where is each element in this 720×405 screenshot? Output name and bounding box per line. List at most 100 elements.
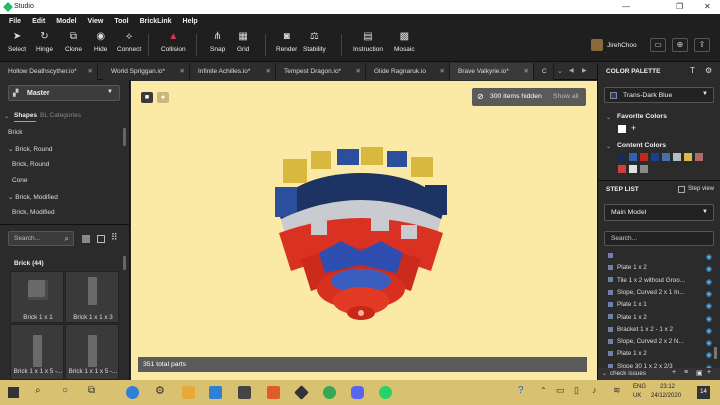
snap-button[interactable]: ⋔ Snap [210,31,225,53]
content-color-swatch[interactable] [629,153,637,161]
step-row[interactable]: Plate 1 x 2 ◉ [608,264,718,276]
close-tab-icon[interactable]: ✕ [88,63,93,80]
language-indicator[interactable]: ENG [633,384,646,390]
check-issues-label[interactable]: check issues [610,370,646,377]
beyblade-model[interactable] [271,141,451,331]
step-row[interactable]: ◉ [608,252,718,264]
tab-list-icon[interactable]: ⌄ [557,67,563,75]
content-color-swatch[interactable] [651,153,659,161]
network-icon[interactable]: ▭ [556,385,565,396]
part-tile[interactable]: Brick 1 x 1 [10,271,64,323]
show-all-link[interactable]: Show all [553,93,579,100]
hide-button[interactable]: ◉ Hide [94,31,107,53]
tab-infinite-achilles[interactable]: Infinite Achilles.io* ✕ [190,63,276,80]
eye-icon[interactable]: ◉ [706,327,712,335]
grid-button[interactable]: ▦ Grid [237,31,249,53]
menu-file[interactable]: File [9,18,21,25]
connect-button[interactable]: ⟡ Connect [117,31,141,53]
wishlist-icon[interactable]: ▭ [650,38,666,52]
file-explorer-icon[interactable] [182,386,195,399]
add-step-icon[interactable]: + [672,369,676,376]
step-row[interactable]: !Bracket 1 x 2 - 1 x 2◉ [608,326,718,338]
parts-search-input[interactable]: Search... ⌕ [8,231,74,246]
content-color-swatch[interactable] [695,153,703,161]
content-color-swatch[interactable] [618,153,626,161]
close-tab-icon[interactable]: ✕ [356,63,361,80]
cortana-icon[interactable]: ○ [62,385,68,396]
content-color-swatch[interactable] [640,165,648,173]
view-small-icon[interactable] [82,235,90,243]
part-tile[interactable]: Brick 1 x 1 x 5 -... [65,324,119,380]
camera-icon[interactable]: ■ [141,92,153,103]
user-name[interactable]: JirehChoo [607,42,637,49]
step-row[interactable]: Plate 1 x 2 ◉ [608,314,718,326]
mosaic-button[interactable]: ▩ Mosaic [394,31,415,53]
eye-icon[interactable]: ◉ [706,315,712,323]
view-grid-icon[interactable]: ⠿ [111,232,118,243]
clock-time[interactable]: 23:12 [660,384,675,390]
subcategory-cone[interactable]: Cone [12,177,28,184]
eye-icon[interactable]: ◉ [706,302,712,310]
tab-tempest-dragon[interactable]: Tempest Dragon.io* ✕ [276,63,366,80]
step-row[interactable]: !Slope, Curved 2 x 1 In...◉ [608,289,718,301]
volume-icon[interactable]: ♪ [592,385,597,395]
windows-start-icon[interactable] [8,387,19,398]
eye-icon[interactable]: ◉ [706,265,712,273]
step-row[interactable]: Plate 1 x 2 ◉ [608,350,718,362]
model-dropdown[interactable]: Main Model ▼ [604,204,714,221]
task-view-icon[interactable]: ⧉ [88,385,95,396]
cart-icon[interactable]: ⊕ [672,38,688,52]
3d-viewport[interactable]: ■ ● ⊘ 300 items hidden Show all 351 tota… [131,81,597,380]
step-search-input[interactable]: Search... [604,231,714,246]
menu-edit[interactable]: Edit [32,18,45,25]
view-medium-icon[interactable] [97,235,105,243]
store-icon[interactable] [238,386,251,399]
hinge-button[interactable]: ↻ Hinge [36,31,53,53]
subcategory-brick-modified[interactable]: Brick, Modified [12,209,55,216]
wifi-icon[interactable]: ≋ [613,385,621,396]
battery-icon[interactable]: ▯ [574,385,579,396]
tab-overflow[interactable]: C [534,63,554,80]
search-icon[interactable]: ⌕ [35,385,41,396]
tab-brave-valkyrie[interactable]: Brave Valkyrie.io* ✕ [450,63,534,80]
avatar[interactable] [591,39,603,51]
step-row[interactable]: !Slope, Curved 2 x 2 N...◉ [608,338,718,350]
tab-bl-categories[interactable]: BL Categories [40,112,81,119]
chrome-icon[interactable] [323,386,336,399]
menu-view[interactable]: View [88,18,104,25]
minimize-icon[interactable]: — [622,2,630,11]
step-row[interactable]: !Tile 1 x 2 without Groo...◉ [608,277,718,289]
subcategory-brick-round[interactable]: Brick, Round [12,161,49,168]
upload-icon[interactable]: ⇪ [694,38,710,52]
save-icon[interactable]: ▣ [696,369,703,377]
parts-scrollbar[interactable] [123,256,126,270]
content-color-swatch[interactable] [640,153,648,161]
select-button[interactable]: ➤ Select [8,31,26,53]
tab-next-icon[interactable]: ▶ [582,67,587,74]
content-color-swatch[interactable] [662,153,670,161]
eye-icon[interactable]: ◉ [706,290,712,298]
eye-icon[interactable]: ◉ [706,253,712,261]
tab-prev-icon[interactable]: ◀ [569,67,574,74]
close-tab-icon[interactable]: ✕ [266,63,271,80]
close-tab-icon[interactable]: ✕ [440,63,445,80]
category-brick-round[interactable]: ⌄ Brick, Round [8,145,52,153]
record-icon[interactable]: ● [157,92,169,103]
clone-button[interactable]: ⧉ Clone [65,31,82,53]
category-scrollbar[interactable] [123,128,126,146]
close-icon[interactable]: ✕ [704,2,711,11]
close-tab-icon[interactable]: ✕ [524,63,529,80]
content-color-swatch[interactable] [673,153,681,161]
instruction-button[interactable]: ▤ Instruction [353,31,383,53]
step-row[interactable]: Plate 1 x 1 ◉ [608,301,718,313]
notification-badge[interactable]: 14 [697,386,710,399]
paint-icon[interactable]: T [690,66,695,75]
step-scrollbar[interactable] [714,347,717,359]
settings-icon[interactable]: ⚙ [155,384,165,397]
maximize-icon[interactable]: ❐ [676,2,683,11]
close-tab-icon[interactable]: ✕ [180,63,185,80]
part-tile[interactable]: Brick 1 x 1 x 5 -... [10,324,64,380]
tab-shapes[interactable]: Shapes [14,112,37,119]
list-icon[interactable]: ≡ [684,369,688,376]
whatsapp-icon[interactable] [379,386,392,399]
